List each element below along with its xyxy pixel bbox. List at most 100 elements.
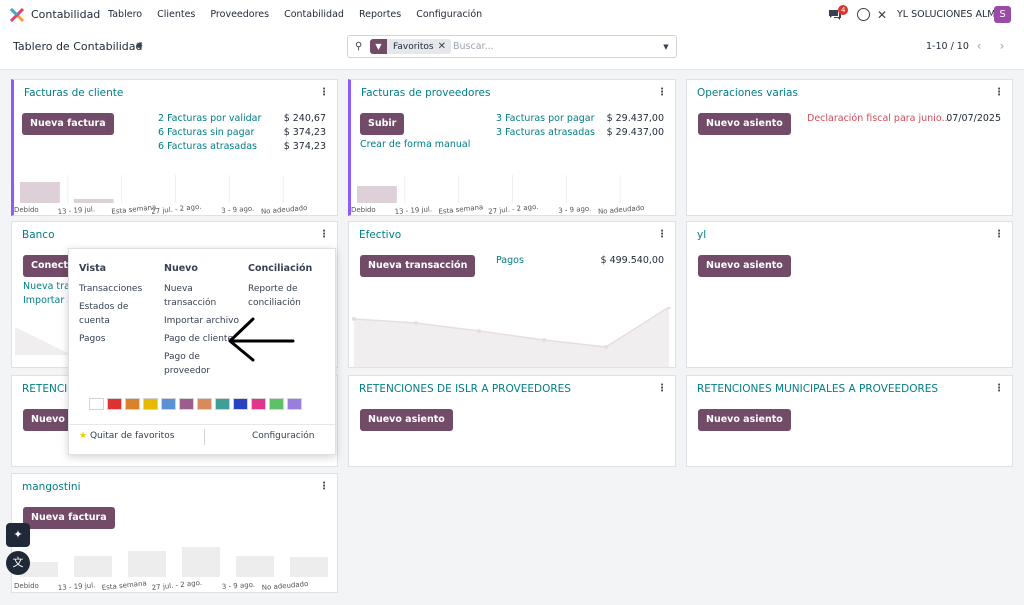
journal-card-retenciones-municipales: RETENCIONES MUNICIPALES A PROVEEDORES ⋮ … (686, 375, 1013, 467)
new-entry-button[interactable]: Nuevo asiento (698, 113, 791, 135)
translate-icon[interactable]: 文 (6, 551, 30, 575)
link-create-manually[interactable]: Crear de forma manual (360, 139, 470, 150)
axis-label: Debido (14, 582, 39, 590)
chart-svg (352, 307, 671, 367)
new-entry-button[interactable]: Nuevo asiento (698, 409, 791, 431)
new-invoice-button[interactable]: Nueva factura (22, 113, 114, 135)
link-bills-to-pay[interactable]: 3 Facturas por pagar (496, 113, 595, 124)
search-bar[interactable]: ⚲ ▼ Favoritos ✕ Buscar... (347, 35, 657, 58)
card-menu-kebab-icon[interactable]: ⋮ (319, 481, 329, 492)
gear-icon[interactable]: ✹ (135, 41, 143, 52)
menu-item-transacciones[interactable]: Transacciones (79, 282, 142, 296)
card-menu-kebab-icon[interactable]: ⋮ (994, 87, 1004, 98)
menu-reportes[interactable]: Reportes (359, 9, 401, 20)
ai-sparkle-icon[interactable]: ✦ (6, 523, 30, 547)
menu-configuracion[interactable]: Configuración (416, 9, 482, 20)
link-bills-overdue[interactable]: 3 Facturas atrasadas (496, 127, 595, 138)
color-swatch-5[interactable] (179, 398, 194, 410)
menu-item-estados-de-cuenta[interactable]: Estados de cuenta (79, 300, 141, 328)
search-facet-favoritos[interactable]: ▼ Favoritos ✕ (370, 39, 452, 54)
user-avatar[interactable]: S (994, 6, 1011, 23)
axis-label: No adeudado (598, 204, 645, 215)
journal-card-facturas-proveedores: Facturas de proveedores ⋮ Subir 3 Factur… (348, 79, 676, 216)
axis-label: 27 jul. - 2 ago. (151, 579, 202, 592)
axis-label: 13 - 19 jul. (58, 581, 96, 592)
card-title[interactable]: RETENCIONES MUNICIPALES A PROVEEDORES (697, 383, 938, 395)
card-menu-kebab-icon[interactable]: ⋮ (657, 87, 667, 98)
pager-previous-button[interactable]: ‹ (968, 36, 990, 58)
card-menu-kebab-icon[interactable]: ⋮ (319, 229, 329, 240)
color-swatch-10[interactable] (269, 398, 284, 410)
card-menu-kebab-icon[interactable]: ⋮ (994, 383, 1004, 394)
link-payments[interactable]: Pagos (496, 255, 524, 266)
axis-label: Debido (14, 206, 39, 214)
pager-next-button[interactable]: › (991, 36, 1013, 58)
filter-icon: ▼ (370, 39, 387, 54)
color-swatch-6[interactable] (197, 398, 212, 410)
card-title[interactable]: Facturas de cliente (24, 87, 123, 99)
menu-item-reporte-de-conciliacion[interactable]: Reporte de conciliación (248, 282, 318, 310)
card-title[interactable]: Operaciones varias (697, 87, 798, 99)
color-swatch-1[interactable] (107, 398, 122, 410)
new-transaction-button[interactable]: Nueva transacción (360, 255, 476, 277)
chart-svg: Debido 13 - 19 jul. Esta semana 27 jul. … (351, 175, 645, 215)
journal-card-retenciones-islr: RETENCIONES DE ISLR A PROVEEDORES ⋮ Nuev… (348, 375, 676, 467)
color-swatch-2[interactable] (125, 398, 140, 410)
link-tax-declaration[interactable]: Declaración fiscal para junio... (807, 113, 951, 124)
link-invoices-overdue[interactable]: 6 Facturas atrasadas (158, 141, 257, 152)
axis-label: Esta semana (111, 203, 157, 215)
page-title: Tablero de Contabilidad (13, 40, 143, 53)
color-swatch-0[interactable] (89, 398, 104, 410)
remove-facet-icon[interactable]: ✕ (438, 41, 451, 52)
bar (236, 556, 274, 577)
company-switcher[interactable]: YL SOLUCIONES ALM (897, 9, 995, 20)
card-title[interactable]: Efectivo (359, 229, 401, 241)
color-swatch-8[interactable] (233, 398, 248, 410)
app-title[interactable]: Contabilidad (31, 8, 100, 21)
new-entry-button[interactable]: Nuevo asiento (360, 409, 453, 431)
color-swatch-9[interactable] (251, 398, 266, 410)
search-input[interactable]: Buscar... (453, 41, 494, 52)
app-logo-icon[interactable] (10, 8, 24, 22)
card-title[interactable]: yl (697, 229, 706, 241)
menu-item-pagos[interactable]: Pagos (79, 332, 105, 346)
card-title[interactable]: mangostini (22, 481, 80, 493)
menu-item-pago-de-proveedor[interactable]: Pago de proveedor (164, 350, 226, 378)
activity-clock-icon[interactable] (857, 8, 870, 21)
menu-tablero[interactable]: Tablero (108, 9, 142, 20)
search-options-toggle[interactable]: ▼ (656, 35, 677, 58)
card-menu-kebab-icon[interactable]: ⋮ (994, 229, 1004, 240)
menu-item-pago-de-cliente[interactable]: Pago de cliente (164, 332, 233, 346)
journal-card-operaciones-varias: Operaciones varias ⋮ Nuevo asiento Decla… (686, 79, 1013, 216)
card-configuration-link[interactable]: Configuración (252, 431, 314, 441)
new-entry-button[interactable]: Nuevo asiento (698, 255, 791, 277)
card-title[interactable]: Facturas de proveedores (361, 87, 491, 99)
journal-card-mangostini: mangostini ⋮ Nueva factura Debido 13 - 1… (11, 473, 338, 593)
section-heading-vista: Vista (79, 263, 107, 274)
upload-button[interactable]: Subir (360, 113, 405, 135)
card-title[interactable]: RETENCIONES DE ISLR A PROVEEDORES (359, 383, 571, 395)
link-invoices-to-validate[interactable]: 2 Facturas por validar (158, 113, 261, 124)
new-invoice-button[interactable]: Nueva factura (23, 507, 115, 529)
menu-proveedores[interactable]: Proveedores (210, 9, 269, 20)
amount: $ 29.437,00 (606, 113, 664, 124)
card-menu-kebab-icon[interactable]: ⋮ (657, 229, 667, 240)
card-menu-kebab-icon[interactable]: ⋮ (657, 383, 667, 394)
color-swatch-11[interactable] (287, 398, 302, 410)
divider (204, 429, 205, 445)
main-menu: Tablero Clientes Proveedores Contabilida… (108, 9, 497, 20)
color-swatch-4[interactable] (161, 398, 176, 410)
card-title[interactable]: Banco (22, 229, 55, 241)
color-picker (89, 398, 302, 410)
journal-card-facturas-cliente: Facturas de cliente ⋮ Nueva factura 2 Fa… (11, 79, 338, 216)
color-swatch-3[interactable] (143, 398, 158, 410)
debug-tools-icon[interactable]: ✕ (877, 8, 887, 22)
pager-value[interactable]: 1-10 / 10 (926, 41, 969, 52)
color-swatch-7[interactable] (215, 398, 230, 410)
menu-item-nueva-transaccion[interactable]: Nueva transacción (164, 282, 226, 310)
remove-favorite-link[interactable]: ★ Quitar de favoritos (79, 431, 174, 441)
link-invoices-unpaid[interactable]: 6 Facturas sin pagar (158, 127, 254, 138)
menu-contabilidad[interactable]: Contabilidad (284, 9, 344, 20)
menu-clientes[interactable]: Clientes (157, 9, 195, 20)
card-menu-kebab-icon[interactable]: ⋮ (319, 87, 329, 98)
